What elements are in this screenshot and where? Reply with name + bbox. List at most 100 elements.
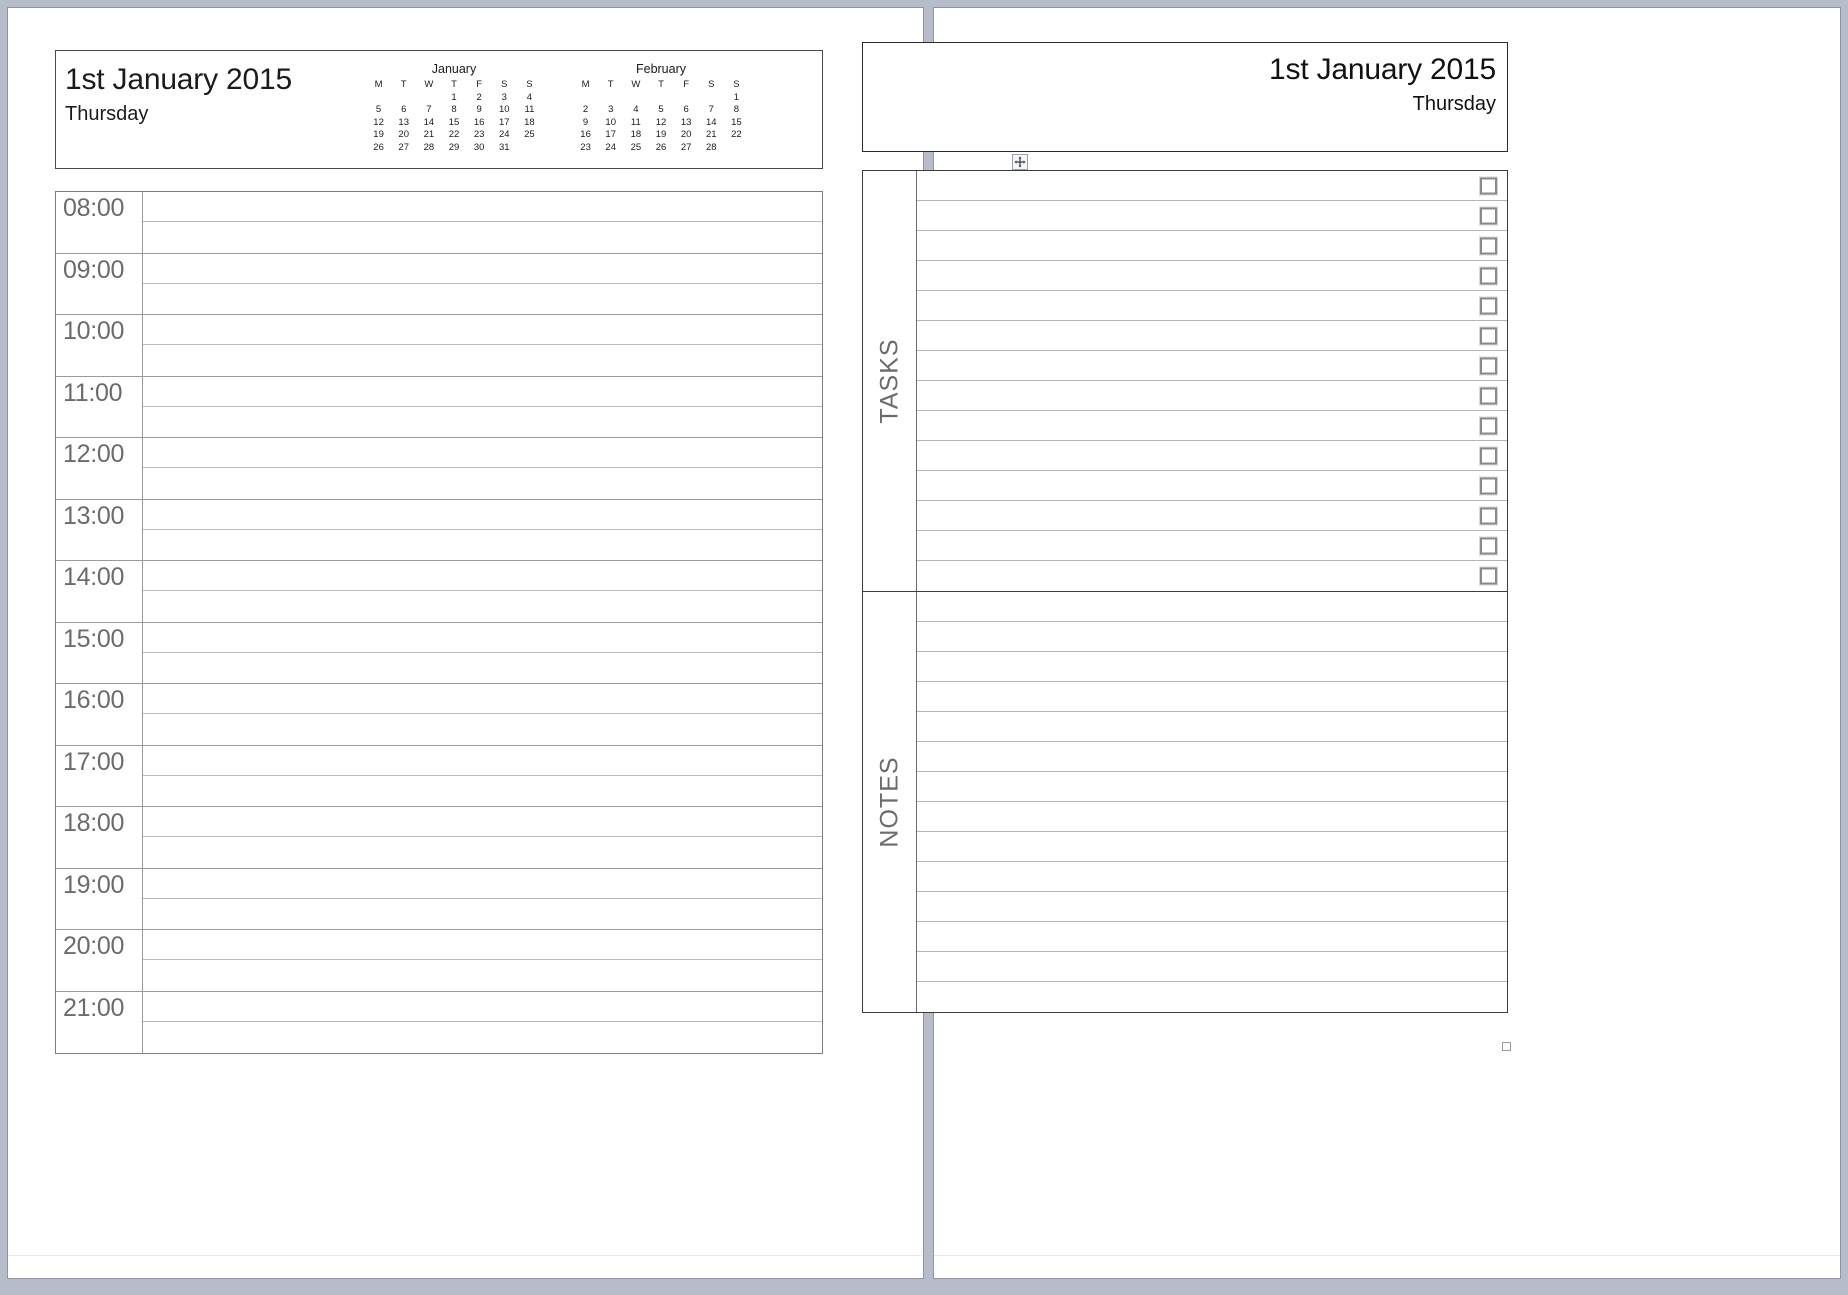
empty-checkbox-icon[interactable] — [1480, 267, 1497, 284]
schedule-slot[interactable] — [143, 468, 822, 498]
schedule-hour-row[interactable]: 08:00 — [56, 192, 822, 254]
schedule-slot[interactable] — [143, 345, 822, 375]
note-row[interactable] — [917, 652, 1507, 682]
empty-checkbox-icon[interactable] — [1480, 207, 1497, 224]
task-row[interactable] — [917, 501, 1507, 531]
empty-checkbox-icon[interactable] — [1480, 357, 1497, 374]
note-row[interactable] — [917, 982, 1507, 1012]
task-row[interactable] — [917, 291, 1507, 321]
weekday-header: T — [451, 79, 457, 90]
notes-line-list[interactable] — [917, 592, 1507, 1012]
note-row[interactable] — [917, 682, 1507, 712]
schedule-slot[interactable] — [143, 561, 822, 592]
task-row[interactable] — [917, 321, 1507, 351]
task-row[interactable] — [917, 231, 1507, 261]
empty-checkbox-icon[interactable] — [1480, 237, 1497, 254]
notes-section[interactable]: NOTES — [863, 592, 1507, 1012]
schedule-hour-row[interactable]: 10:00 — [56, 315, 822, 377]
empty-checkbox-icon[interactable] — [1480, 297, 1497, 314]
task-row[interactable] — [917, 471, 1507, 501]
note-row[interactable] — [917, 802, 1507, 832]
note-row[interactable] — [917, 742, 1507, 772]
note-row[interactable] — [917, 772, 1507, 802]
empty-checkbox-icon[interactable] — [1480, 567, 1497, 585]
day-cell — [416, 92, 441, 105]
empty-checkbox-icon[interactable] — [1480, 447, 1497, 464]
note-row[interactable] — [917, 892, 1507, 922]
schedule-slot[interactable] — [143, 776, 822, 806]
tasks-section[interactable]: TASKS — [863, 171, 1507, 592]
schedule-hour-row[interactable]: 09:00 — [56, 253, 822, 315]
mini-calendar-january[interactable]: January M T W T F S S 1 2 3 4 5 6 7 8 9 … — [366, 63, 542, 154]
empty-checkbox-icon[interactable] — [1480, 537, 1497, 554]
schedule-hour-row[interactable]: 11:00 — [56, 376, 822, 438]
schedule-slot[interactable] — [143, 222, 822, 252]
schedule-hour-row[interactable]: 18:00 — [56, 807, 822, 869]
schedule-slot[interactable] — [143, 746, 822, 776]
empty-checkbox-icon[interactable] — [1480, 177, 1497, 194]
schedule-slot[interactable] — [143, 284, 822, 314]
schedule-slot[interactable] — [143, 254, 822, 284]
schedule-slot[interactable] — [143, 992, 822, 1023]
empty-checkbox-icon[interactable] — [1480, 387, 1497, 404]
schedule-slot[interactable] — [143, 407, 822, 437]
empty-checkbox-icon[interactable] — [1480, 477, 1497, 494]
task-row[interactable] — [917, 561, 1507, 591]
schedule-hour-row[interactable]: 21:00 — [56, 991, 822, 1053]
page-left[interactable]: 1st January 2015 Thursday January M T W — [8, 8, 923, 1278]
schedule-slot[interactable] — [143, 500, 822, 530]
schedule-slot[interactable] — [143, 192, 822, 223]
schedule-hour-row[interactable]: 12:00 — [56, 438, 822, 500]
schedule-hour-row[interactable]: 19:00 — [56, 868, 822, 930]
schedule-slot[interactable] — [143, 653, 822, 683]
note-row[interactable] — [917, 952, 1507, 982]
table-resize-handle[interactable] — [1502, 1042, 1511, 1051]
empty-checkbox-icon[interactable] — [1480, 507, 1497, 524]
empty-checkbox-icon[interactable] — [1480, 417, 1497, 434]
schedule-slot[interactable] — [143, 837, 822, 867]
day-header-box[interactable]: 1st January 2015 Thursday January M T W — [55, 50, 823, 169]
note-row[interactable] — [917, 832, 1507, 862]
schedule-slot[interactable] — [143, 684, 822, 715]
note-row[interactable] — [917, 712, 1507, 742]
note-row[interactable] — [917, 862, 1507, 892]
task-row[interactable] — [917, 261, 1507, 291]
schedule-slot[interactable] — [143, 714, 822, 744]
schedule-slot[interactable] — [143, 623, 822, 653]
schedule-hour-row[interactable]: 17:00 — [56, 745, 822, 807]
schedule-slot[interactable] — [143, 530, 822, 560]
weekday-header: T — [607, 79, 614, 90]
empty-checkbox-icon[interactable] — [1480, 327, 1497, 344]
schedule-slot[interactable] — [143, 930, 822, 961]
schedule-slot[interactable] — [143, 438, 822, 469]
task-row[interactable] — [917, 441, 1507, 471]
right-day-header-box[interactable]: 1st January 2015 Thursday — [862, 42, 1508, 152]
note-row[interactable] — [917, 592, 1507, 622]
task-row[interactable] — [917, 411, 1507, 441]
schedule-hour-row[interactable]: 16:00 — [56, 684, 822, 746]
schedule-hour-row[interactable]: 14:00 — [56, 561, 822, 623]
task-row[interactable] — [917, 531, 1507, 561]
schedule-slot[interactable] — [143, 315, 822, 346]
task-row[interactable] — [917, 381, 1507, 411]
task-row[interactable] — [917, 171, 1507, 201]
task-row[interactable] — [917, 201, 1507, 231]
schedule-slot[interactable] — [143, 807, 822, 838]
schedule-grid[interactable]: 08:00 09:00 10:00 11:00 12:00 13:00 14:00 15:00… — [55, 191, 823, 1054]
schedule-slot[interactable] — [143, 960, 822, 990]
note-row[interactable] — [917, 922, 1507, 952]
schedule-slot[interactable] — [143, 591, 822, 621]
schedule-hour-row[interactable]: 15:00 — [56, 622, 822, 684]
schedule-slot[interactable] — [143, 869, 822, 899]
schedule-slot[interactable] — [143, 899, 822, 929]
schedule-hour-row[interactable]: 20:00 — [56, 930, 822, 992]
note-row[interactable] — [917, 622, 1507, 652]
tasks-line-list[interactable] — [917, 171, 1507, 591]
schedule-slot[interactable] — [143, 1022, 822, 1053]
schedule-hour-row[interactable]: 13:00 — [56, 499, 822, 561]
tasks-notes-table[interactable]: TASKS NOTES — [862, 170, 1508, 1013]
move-cross-icon[interactable] — [1012, 154, 1028, 170]
mini-calendar-february[interactable]: February M T W T F S S 1 2 3 4 5 6 7 8 9… — [573, 63, 749, 154]
task-row[interactable] — [917, 351, 1507, 381]
schedule-slot[interactable] — [143, 377, 822, 407]
